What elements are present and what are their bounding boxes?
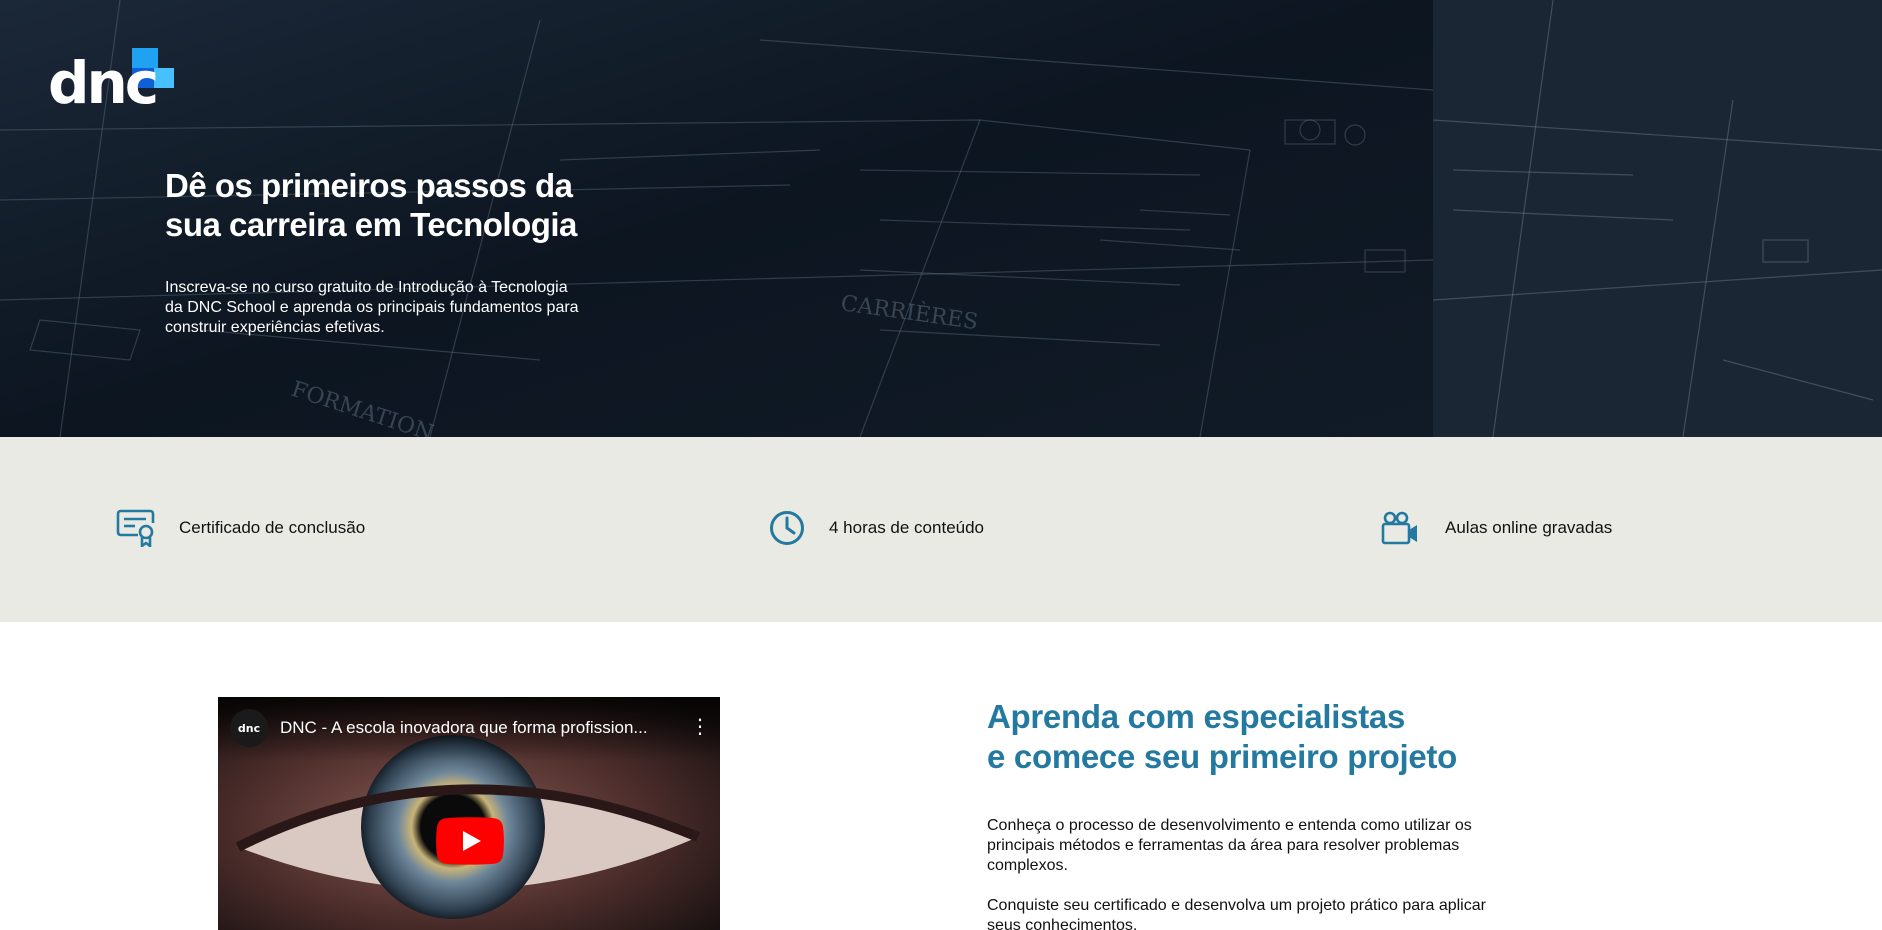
feature-duration: 4 horas de conteúdo	[766, 507, 984, 549]
feature-online-classes: Aulas online gravadas	[1379, 507, 1612, 549]
logo-square-icon	[154, 68, 174, 88]
youtube-play-icon[interactable]	[436, 817, 504, 865]
hero-title-line1: Dê os primeiros passos da	[165, 167, 573, 204]
learn-section-title: Aprenda com especialistas e comece seu p…	[987, 697, 1547, 777]
feature-label: Aulas online gravadas	[1445, 518, 1613, 537]
features-bar: Certificado de conclusão 4 horas de cont…	[0, 437, 1882, 622]
hero-banner: CARRIÈRES FORMATION dnc Dê os primeiros …	[0, 0, 1882, 437]
logo-wordmark: dnc	[48, 49, 159, 117]
learn-paragraph: Conheça o processo de desenvolvimento e …	[987, 817, 1472, 874]
hero-description: Inscreva-se no curso gratuito de Introdu…	[165, 279, 579, 336]
certificate-icon	[115, 507, 157, 549]
hero-title: Dê os primeiros passos da sua carreira e…	[165, 166, 635, 244]
hero-title-line2: sua carreira em Tecnologia	[165, 206, 577, 243]
dnc-logo[interactable]: dnc	[48, 48, 178, 112]
video-title[interactable]: DNC - A escola inovadora que forma profi…	[280, 718, 670, 738]
clock-icon	[766, 507, 808, 549]
feature-certificate: Certificado de conclusão	[115, 507, 365, 549]
video-camera-icon	[1379, 507, 1421, 549]
hero-background-right-panel	[1433, 0, 1882, 437]
youtube-video-embed[interactable]: dnc DNC - A escola inovadora que forma p…	[218, 697, 720, 930]
feature-label: 4 horas de conteúdo	[829, 518, 985, 537]
learn-paragraph: Conquiste seu certificado e desenvolva u…	[987, 897, 1486, 930]
learn-title-line1: Aprenda com especialistas	[987, 698, 1406, 735]
feature-label: Certificado de conclusão	[179, 518, 366, 537]
more-vertical-icon[interactable]: ⋮	[690, 715, 710, 739]
channel-avatar[interactable]: dnc	[230, 709, 268, 747]
hero-right-sketch	[1433, 0, 1882, 437]
learn-title-line2: e comece seu primeiro projeto	[987, 738, 1457, 775]
